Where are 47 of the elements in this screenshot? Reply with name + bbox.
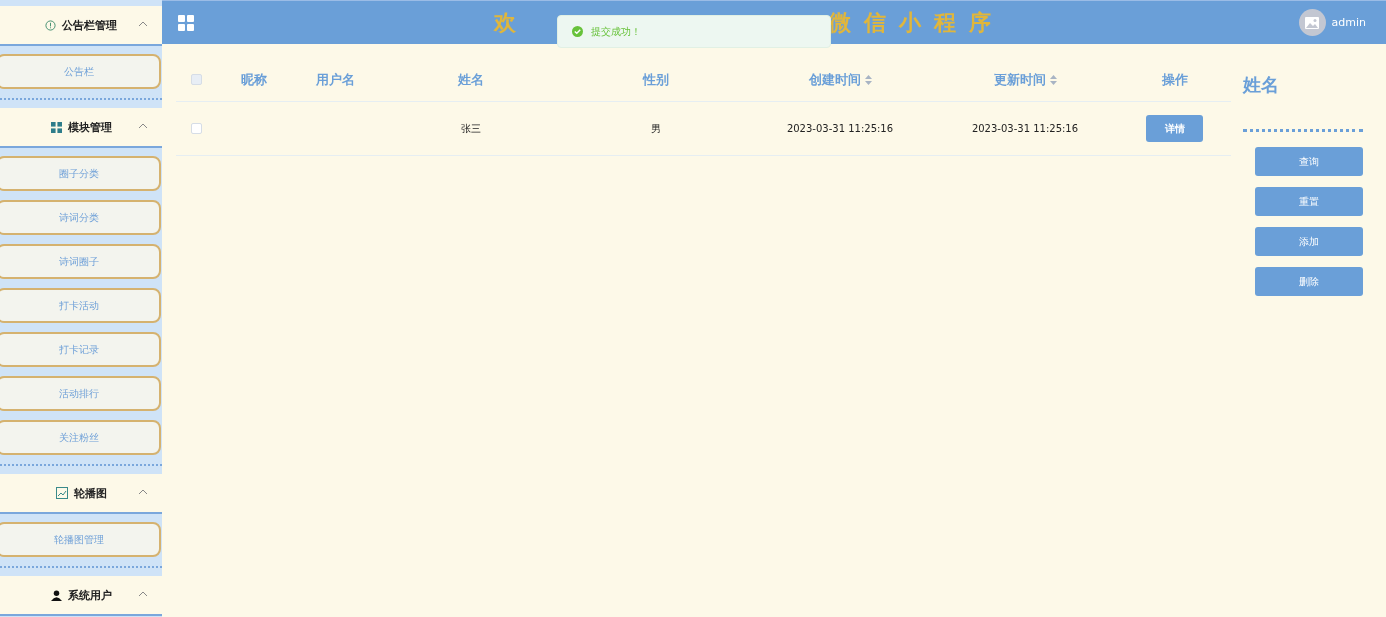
username[interactable]: admin bbox=[1331, 16, 1366, 29]
menu-item[interactable]: 关注粉丝 bbox=[0, 420, 161, 455]
menu-item[interactable]: 打卡活动 bbox=[0, 288, 161, 323]
action-button[interactable]: 删除 bbox=[1255, 267, 1363, 296]
app-title: 欢 bbox=[494, 8, 530, 37]
table-cell: 2023-03-31 11:25:16 bbox=[971, 123, 1079, 134]
column-header: 姓名 bbox=[458, 70, 484, 89]
menu-item[interactable]: 打卡记录 bbox=[0, 332, 161, 367]
menu-item[interactable]: 圈子分类 bbox=[0, 156, 161, 191]
menu-item[interactable]: 诗词圈子 bbox=[0, 244, 161, 279]
sort-icon[interactable] bbox=[1049, 74, 1057, 85]
column-header[interactable]: 创建时间 bbox=[808, 70, 861, 89]
menu-item[interactable]: 公告栏 bbox=[0, 54, 161, 89]
grid-icon bbox=[50, 121, 62, 133]
action-button[interactable]: 添加 bbox=[1255, 227, 1363, 256]
toast-message: 提交成功！ bbox=[591, 24, 641, 39]
grid-menu-icon[interactable] bbox=[178, 14, 194, 31]
action-button[interactable]: 查询 bbox=[1255, 147, 1363, 176]
column-header: 操作 bbox=[1161, 70, 1188, 89]
menu-item[interactable]: 诗词分类 bbox=[0, 200, 161, 235]
menu-group-header[interactable]: 公告栏管理 bbox=[0, 6, 162, 46]
details-button[interactable]: 详情 bbox=[1146, 115, 1203, 142]
menu-group-title: 轮播图 bbox=[73, 485, 107, 501]
column-header: 昵称 bbox=[241, 70, 267, 89]
menu-group-header[interactable]: 系统用户 bbox=[0, 576, 162, 616]
check-circle-icon bbox=[572, 26, 583, 37]
info-icon bbox=[45, 19, 56, 31]
table-cell: 2023-03-31 11:25:16 bbox=[786, 123, 894, 134]
user-icon bbox=[50, 589, 62, 601]
menu-group-title: 模块管理 bbox=[67, 119, 112, 135]
select-all-checkbox[interactable] bbox=[190, 74, 202, 85]
sort-icon[interactable] bbox=[864, 74, 872, 85]
table-cell: 张三 bbox=[461, 122, 481, 134]
menu-item[interactable]: 轮播图管理 bbox=[0, 522, 161, 557]
column-header: 性别 bbox=[643, 70, 669, 89]
column-header: 用户名 bbox=[315, 70, 355, 89]
action-button[interactable]: 重置 bbox=[1255, 187, 1363, 216]
filter-label: 姓名 bbox=[1243, 73, 1280, 97]
menu-group-header[interactable]: 模块管理 bbox=[0, 108, 162, 148]
menu-group-title: 系统用户 bbox=[67, 587, 112, 603]
menu-group-header[interactable]: 轮播图 bbox=[0, 474, 162, 514]
row-checkbox[interactable] bbox=[190, 123, 202, 134]
table-cell: 男 bbox=[651, 122, 661, 134]
avatar[interactable] bbox=[1298, 9, 1326, 36]
menu-group-title: 公告栏管理 bbox=[62, 17, 117, 33]
menu-item[interactable]: 活动排行 bbox=[0, 376, 161, 411]
column-header[interactable]: 更新时间 bbox=[993, 70, 1046, 89]
